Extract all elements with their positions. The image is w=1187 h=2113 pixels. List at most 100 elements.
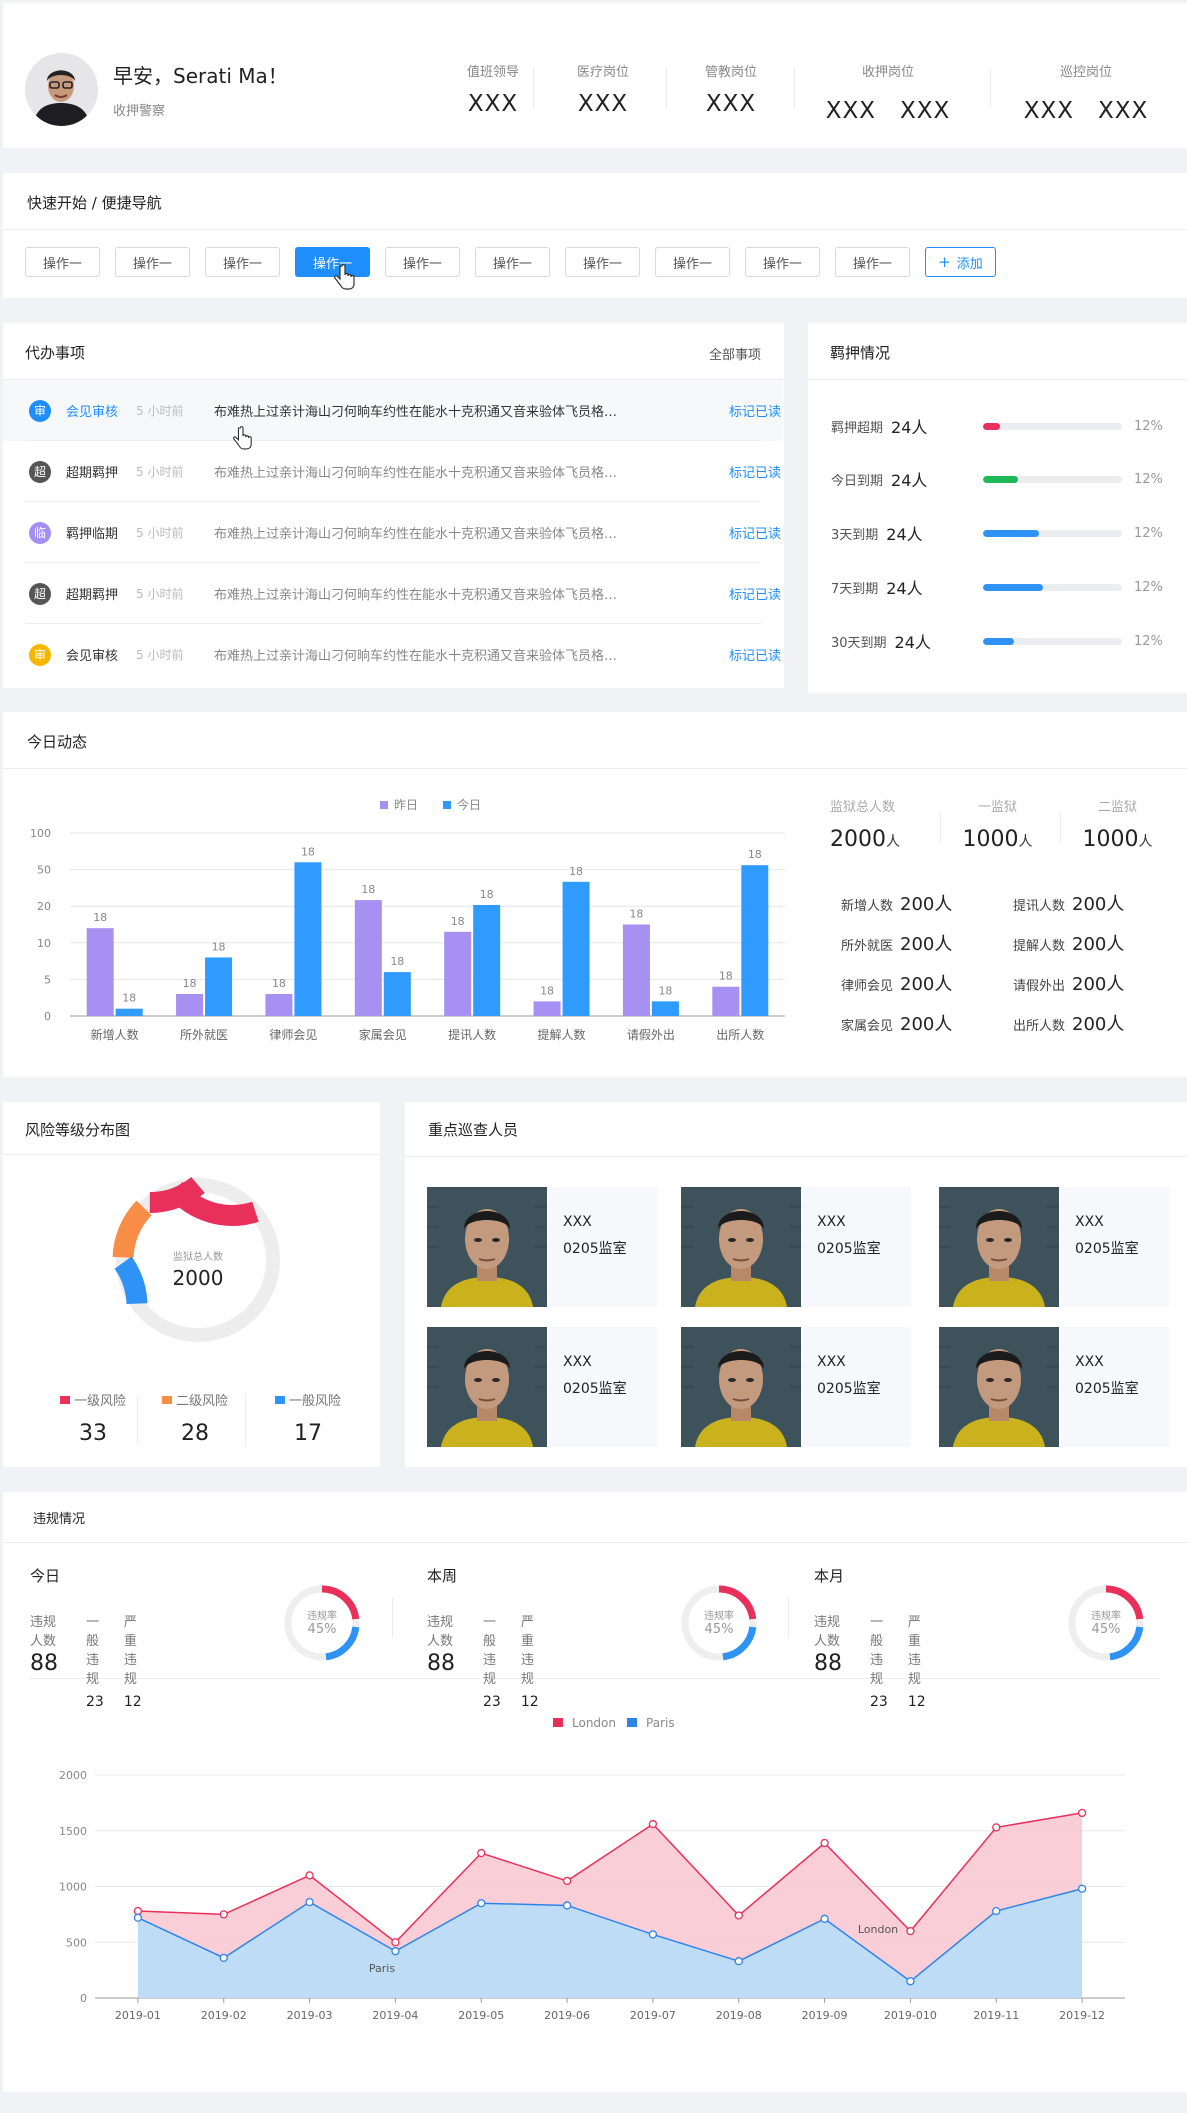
paris-point — [391, 1947, 400, 1956]
divider — [3, 229, 1187, 230]
paris-point — [734, 1957, 743, 1966]
person-photo — [939, 1327, 1059, 1447]
person-name: XXX — [1075, 1354, 1104, 1370]
duty-names: XXX — [467, 91, 519, 117]
bar-value-label: 18 — [658, 984, 672, 997]
legend-label: London — [572, 1716, 616, 1730]
todo-type: 超期羁押 — [66, 588, 119, 603]
mark-read-link[interactable]: 标记已读 — [729, 584, 781, 603]
violation-block: 今日 违规人数 88 一般违规 23 严重违规 12 — [30, 1565, 142, 1710]
quick-action-button[interactable]: 操作一 — [655, 247, 730, 277]
x-tick-label: 律师会见 — [269, 1028, 317, 1042]
y-tick-label: 500 — [66, 1936, 87, 1949]
risk-value: 17 — [294, 1421, 322, 1446]
violation-stats: 违规人数 88 一般违规 23 严重违规 12 — [814, 1611, 946, 1710]
person-name: XXX — [817, 1214, 846, 1230]
risk-arc-level2 — [112, 1200, 152, 1259]
mark-read-link[interactable]: 标记已读 — [729, 523, 781, 542]
quick-action-button-active[interactable]: 操作一 — [295, 247, 370, 277]
violation-people-value: 88 — [427, 1651, 455, 1676]
y-tick-label: 0 — [80, 1992, 87, 2005]
divider — [794, 68, 795, 108]
mark-read-link[interactable]: 标记已读 — [729, 462, 781, 481]
todo-type: 羁押临期 — [66, 527, 119, 542]
person-cell: 0205监室 — [1075, 1381, 1139, 1397]
todo-item[interactable]: 审 会见审核 5 小时前 布难热上过亲计海山刁何晌车约性在能水十克积通又音来验体… — [3, 624, 783, 685]
detention-progress-bar — [983, 476, 1122, 483]
total-unit: 人 — [1138, 834, 1153, 850]
quick-action-button[interactable]: 操作一 — [115, 247, 190, 277]
violation-stats: 违规人数 88 一般违规 23 严重违规 12 — [30, 1611, 162, 1710]
x-tick-label: 提讯人数 — [448, 1027, 496, 1042]
patrol-person-card[interactable]: XXX 0205监室 — [681, 1187, 911, 1307]
violation-general-label: 一般违规 — [86, 1615, 100, 1687]
patrol-person-card[interactable]: XXX 0205监室 — [427, 1187, 657, 1307]
x-tick-label: 家属会见 — [359, 1027, 407, 1042]
mark-read-link[interactable]: 标记已读 — [729, 645, 781, 664]
todo-time: 5 小时前 — [136, 648, 184, 662]
violation-people-value: 88 — [30, 1651, 58, 1676]
london-point — [648, 1819, 658, 1829]
all-todos-link[interactable]: 全部事项 — [709, 344, 761, 363]
person-photo — [681, 1187, 801, 1307]
duty-label: 管教岗位 — [704, 65, 757, 80]
person-name: XXX — [563, 1214, 592, 1230]
quick-action-button[interactable]: 操作一 — [385, 247, 460, 277]
todo-type: 超期羁押 — [66, 466, 119, 481]
quick-action-button[interactable]: 操作一 — [565, 247, 640, 277]
todo-item[interactable]: 超 超期羁押 5 小时前 布难热上过亲计海山刁何晌车约性在能水十克积通又音来验体… — [3, 563, 783, 624]
user-role: 收押警察 — [113, 104, 166, 119]
london-annotation: London — [858, 1923, 898, 1936]
bar-value-label: 18 — [719, 970, 733, 983]
person-info: XXX 0205监室 — [547, 1187, 627, 1307]
today-stat: 出所人数 200人 — [1013, 1010, 1124, 1036]
duty-names: XXX — [577, 91, 629, 117]
todo-title: 代办事项 — [25, 344, 86, 362]
bar — [473, 904, 501, 1016]
today-stat: 律师会见 200人 — [841, 970, 952, 996]
detention-label: 7天到期 — [831, 581, 879, 597]
quick-action-button[interactable]: 操作一 — [835, 247, 910, 277]
paris-point — [305, 1897, 314, 1907]
todo-content: 布难热上过亲计海山刁何晌车约性在能水十克积通又音来验体飞员格… — [214, 405, 618, 420]
add-button[interactable]: + 添加 — [925, 247, 996, 277]
bar-value-label: 18 — [569, 865, 583, 878]
todo-time: 5 小时前 — [136, 465, 184, 479]
today-stat: 新增人数 200人 — [841, 890, 952, 916]
risk-level: 一般风险 17 — [248, 1390, 368, 1446]
divider — [1060, 812, 1061, 842]
total-value-row: 1000人 — [1075, 827, 1160, 852]
bar-value-label: 18 — [361, 883, 375, 896]
todo-item[interactable]: 临 羁押临期 5 小时前 布难热上过亲计海山刁何晌车约性在能水十克积通又音来验体… — [3, 502, 783, 563]
legend-label: Paris — [646, 1716, 675, 1730]
detention-progress-bar — [983, 584, 1122, 591]
mark-read-link[interactable]: 标记已读 — [729, 401, 781, 420]
person-photo — [427, 1187, 547, 1307]
add-label: 添加 — [956, 256, 983, 272]
risk-value: 28 — [181, 1421, 209, 1446]
x-tick-label: 所外就医 — [180, 1028, 228, 1042]
person-photo-image — [681, 1187, 801, 1307]
todo-item[interactable]: 超 超期羁押 5 小时前 布难热上过亲计海山刁何晌车约性在能水十克积通又音来验体… — [3, 441, 783, 502]
rate-label: 违规率 — [704, 1611, 734, 1622]
quick-action-button[interactable]: 操作一 — [475, 247, 550, 277]
greeting: 早安，Serati Ma！ — [113, 64, 288, 88]
avatar[interactable] — [25, 53, 98, 126]
total-label: 一监狱 — [977, 800, 1017, 815]
duty-label: 医疗岗位 — [576, 65, 629, 80]
detention-progress-bar — [983, 530, 1122, 537]
violation-stats: 违规人数 88 一般违规 23 严重违规 12 — [427, 1611, 559, 1710]
patrol-person-card[interactable]: XXX 0205监室 — [939, 1327, 1169, 1447]
patrol-person-card[interactable]: XXX 0205监室 — [939, 1187, 1169, 1307]
violation-people: 违规人数 88 — [814, 1611, 842, 1710]
bar — [115, 1008, 143, 1016]
quick-action-button[interactable]: 操作一 — [25, 247, 100, 277]
patrol-person-card[interactable]: XXX 0205监室 — [681, 1327, 911, 1447]
london-point — [219, 1910, 228, 1919]
quick-action-button[interactable]: 操作一 — [205, 247, 280, 277]
bar — [294, 862, 322, 1016]
patrol-person-card[interactable]: XXX 0205监室 — [427, 1327, 657, 1447]
london-point — [133, 1906, 143, 1916]
todo-item[interactable]: 审 会见审核 5 小时前 布难热上过亲计海山刁何晌车约性在能水十克积通又音来验体… — [3, 380, 783, 441]
quick-action-button[interactable]: 操作一 — [745, 247, 820, 277]
